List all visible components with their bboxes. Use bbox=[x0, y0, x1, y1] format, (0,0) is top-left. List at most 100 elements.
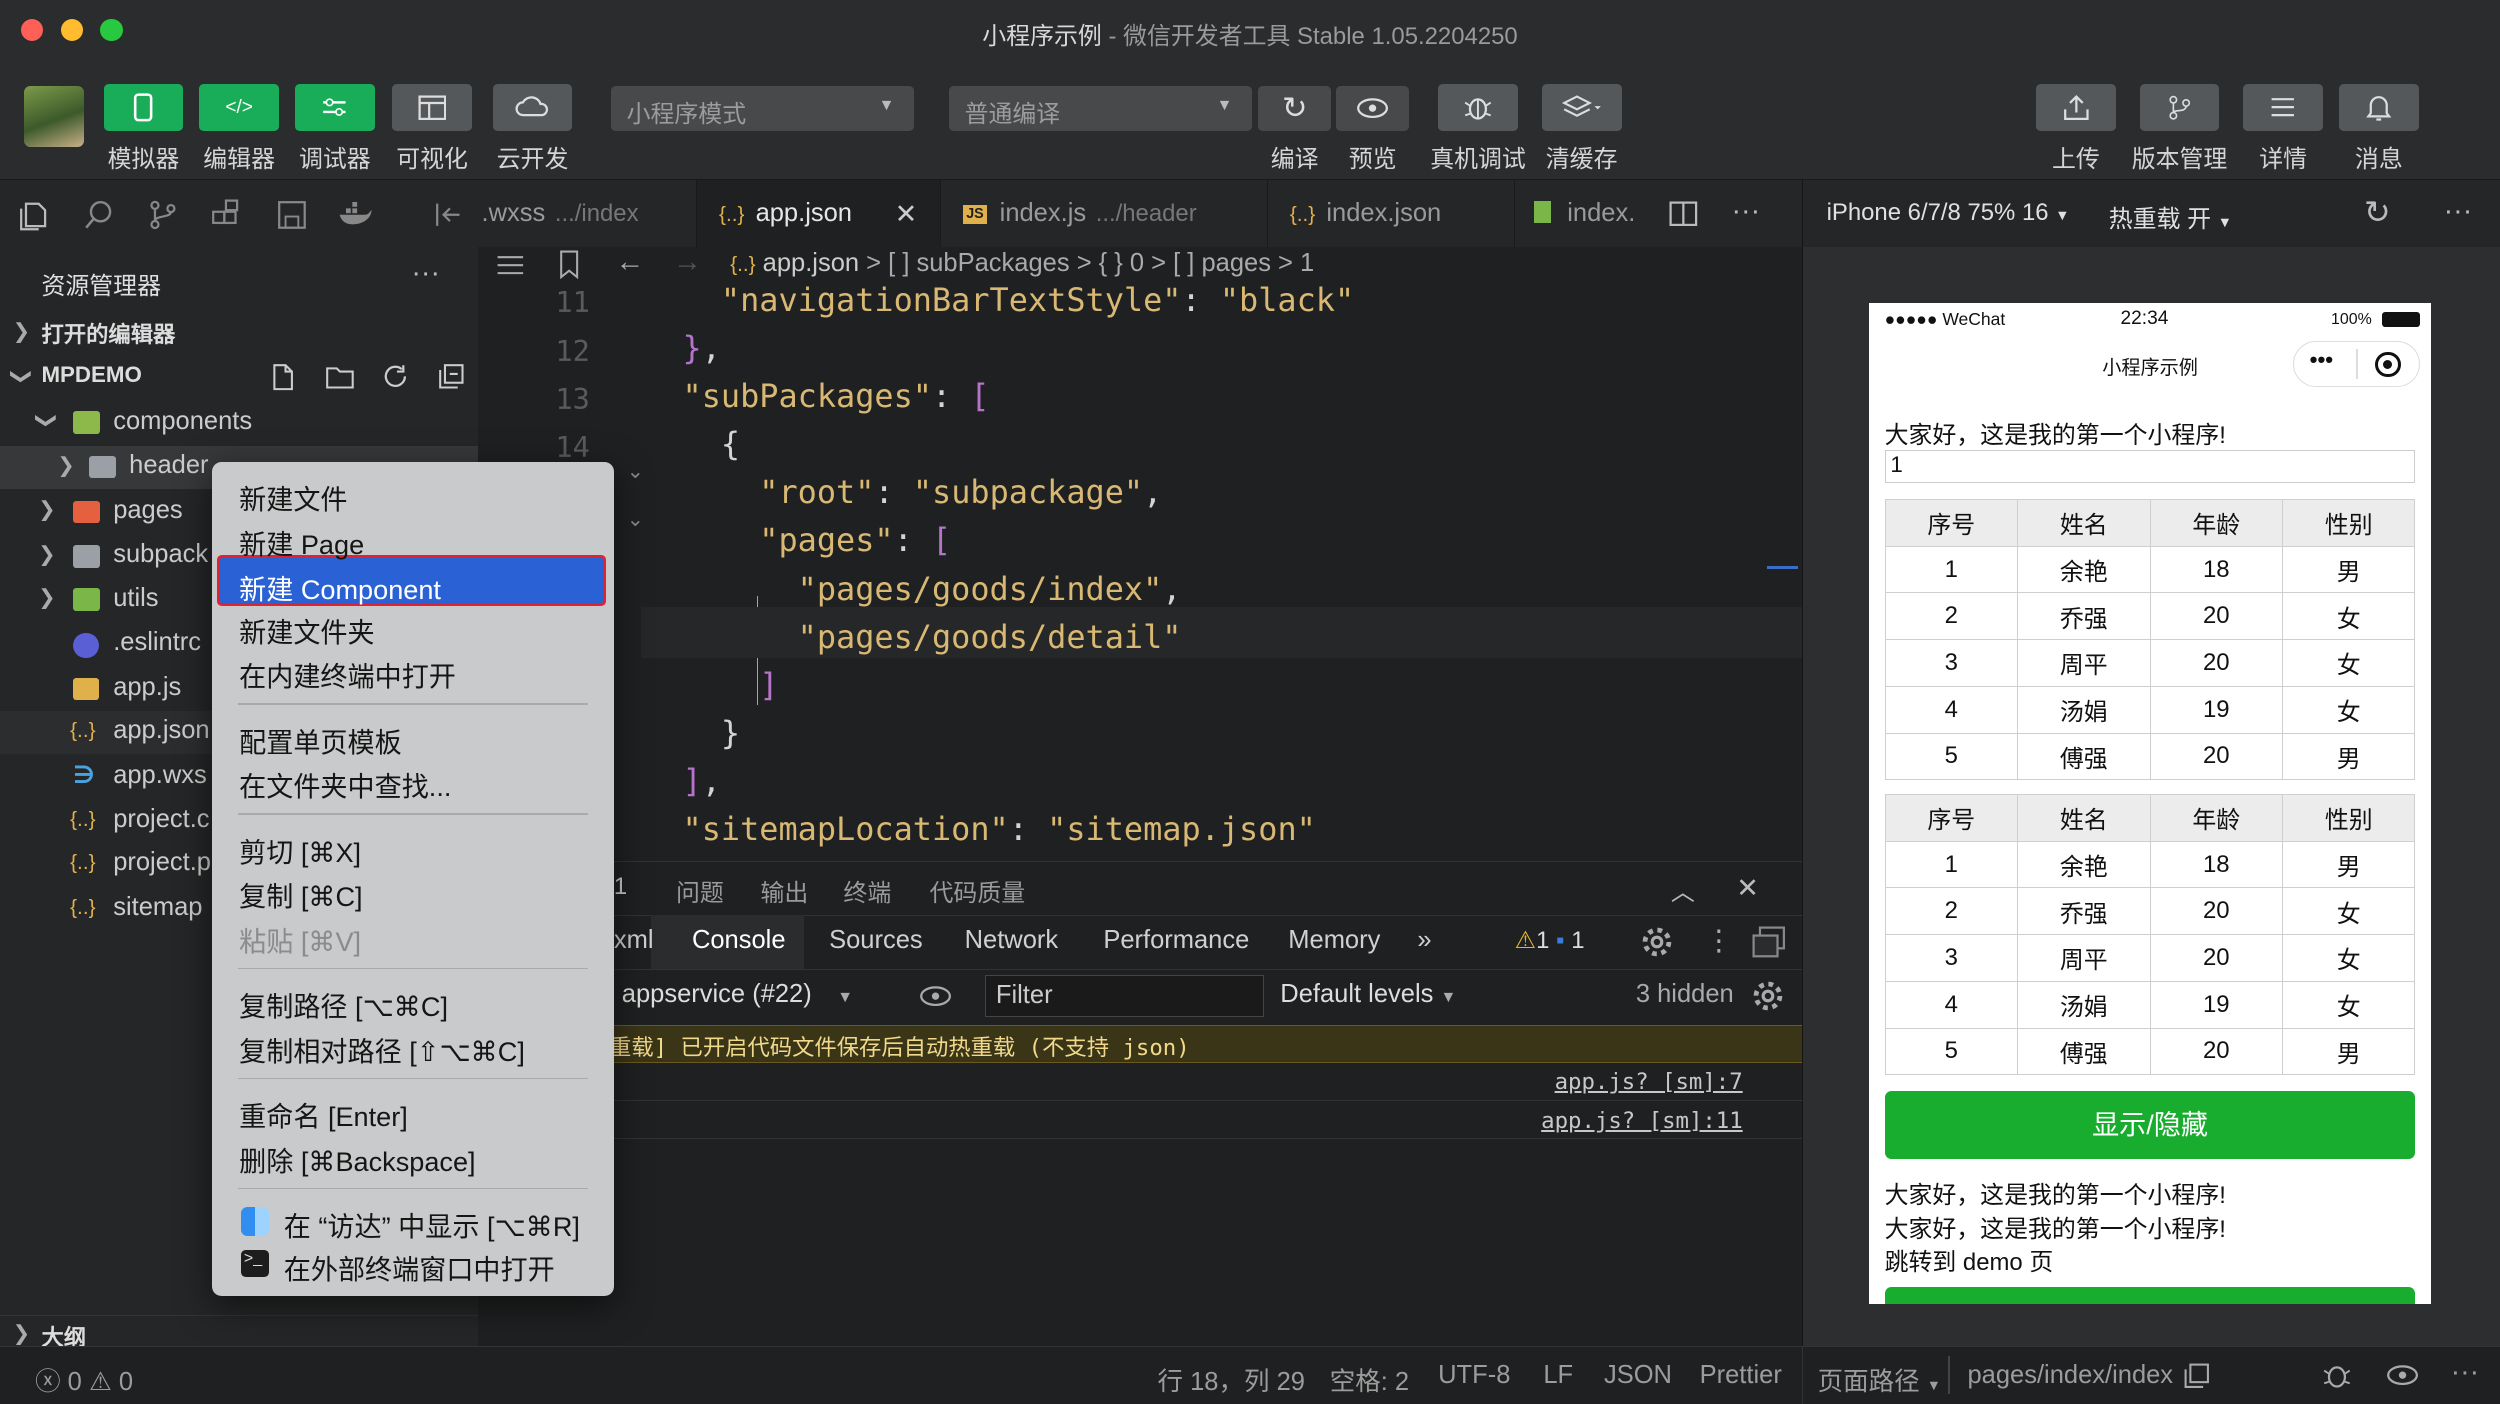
tab-index-json[interactable]: {..} index.json bbox=[1268, 180, 1515, 248]
source-link[interactable]: app.js? [sm]:11 bbox=[1541, 1108, 1743, 1134]
tree-item-components[interactable]: ❯ components bbox=[0, 402, 478, 445]
text-input[interactable]: 1 bbox=[1884, 449, 2416, 484]
context-select[interactable]: appservice (#22) ▼ bbox=[622, 980, 853, 1009]
filter-input[interactable]: Filter bbox=[985, 975, 1265, 1017]
project-section[interactable]: ❯ MPDEMO bbox=[0, 357, 478, 400]
devtools-tab-network[interactable]: Network bbox=[965, 926, 1059, 955]
panel-tab-problems[interactable]: 问题 bbox=[676, 873, 724, 908]
jump-link[interactable]: 跳转到 demo 页 bbox=[1885, 1242, 2054, 1277]
menu-item-find-in-folder[interactable]: 在文件夹中查找... bbox=[239, 765, 451, 804]
save-icon[interactable] bbox=[276, 199, 308, 231]
menu-item-delete[interactable]: 删除 [⌘Backspace] bbox=[239, 1140, 475, 1179]
devtools-tab-console[interactable]: Console bbox=[692, 926, 786, 955]
toggle-button[interactable]: 显示/隐藏 bbox=[1884, 1090, 2416, 1160]
back-arrow-icon[interactable]: ← bbox=[615, 247, 644, 278]
fold-chevron-icon[interactable]: ⌄ bbox=[627, 459, 644, 484]
editor-button[interactable]: </> bbox=[199, 84, 280, 131]
upload-button[interactable] bbox=[2036, 84, 2116, 131]
menu-item-new-file[interactable]: 新建文件 bbox=[239, 478, 347, 517]
clear-cache-button[interactable] bbox=[1541, 84, 1622, 131]
menu-item-reveal-in-finder[interactable]: 在 “访达” 中显示 [⌥⌘R] bbox=[284, 1205, 580, 1244]
debugger-button[interactable] bbox=[294, 84, 375, 131]
list-icon[interactable] bbox=[496, 254, 525, 276]
close-panel-icon[interactable]: ✕ bbox=[1736, 872, 1759, 904]
more-dots-icon[interactable]: ••• bbox=[2310, 347, 2333, 373]
eye-icon[interactable] bbox=[918, 985, 953, 1007]
collapse-all-icon[interactable] bbox=[437, 362, 466, 391]
breadcrumb-item[interactable]: [ ] subPackages bbox=[888, 249, 1069, 277]
issue-counts[interactable]: ⚠1 ▪ 1 bbox=[1515, 926, 1585, 955]
line-ending[interactable]: LF bbox=[1543, 1361, 1573, 1390]
split-editor-icon[interactable] bbox=[1669, 201, 1698, 227]
code-editor[interactable]: ← → {..} app.json > [ ] subPackages > { … bbox=[478, 247, 1802, 861]
source-link[interactable]: app.js? [sm]:7 bbox=[1555, 1069, 1743, 1095]
levels-select[interactable]: Default levels ▼ bbox=[1280, 980, 1456, 1009]
more-actions-icon[interactable]: ··· bbox=[2444, 195, 2473, 228]
menu-item-copy[interactable]: 复制 [⌘C] bbox=[239, 875, 362, 914]
files-icon[interactable] bbox=[18, 199, 50, 231]
menu-item-cut[interactable]: 剪切 [⌘X] bbox=[239, 831, 361, 870]
panel-tab-terminal[interactable]: 终端 bbox=[843, 873, 891, 908]
breadcrumb-item[interactable]: [ ] pages bbox=[1173, 249, 1271, 277]
eye-icon[interactable] bbox=[2385, 1364, 2420, 1386]
compile-button[interactable]: ↻ bbox=[1257, 86, 1332, 131]
rotate-icon[interactable]: ↻ bbox=[2364, 193, 2391, 231]
devtools-tab-wxml[interactable]: xml bbox=[614, 926, 654, 955]
panel-tab-code-quality[interactable]: 代码质量 bbox=[930, 873, 1026, 908]
encoding[interactable]: UTF-8 bbox=[1438, 1361, 1510, 1390]
extensions-icon[interactable] bbox=[210, 199, 242, 231]
tab-index-js[interactable]: JS index.js .../header bbox=[941, 180, 1268, 248]
docker-icon[interactable] bbox=[338, 202, 373, 228]
devtools-tab-memory[interactable]: Memory bbox=[1288, 926, 1380, 955]
device-debug-button[interactable] bbox=[1438, 84, 1518, 131]
panel-tab-output[interactable]: 输出 bbox=[761, 873, 809, 908]
panel-tab-debug[interactable]: 1 bbox=[614, 873, 627, 901]
collapse-sidebar-icon[interactable] bbox=[434, 202, 463, 228]
devtools-tab-sources[interactable]: Sources bbox=[829, 926, 923, 955]
tab-index-wxss[interactable]: .wxss .../index bbox=[478, 180, 697, 248]
refresh-icon[interactable] bbox=[381, 362, 410, 391]
more-actions-icon[interactable]: ··· bbox=[411, 257, 440, 290]
forward-arrow-icon[interactable]: → bbox=[673, 247, 702, 278]
page-path-select[interactable]: 页面路径 ▼ bbox=[1818, 1361, 1941, 1398]
formatter[interactable]: Prettier bbox=[1700, 1361, 1782, 1390]
settings-gear-icon[interactable] bbox=[1641, 926, 1673, 958]
undock-icon[interactable] bbox=[1752, 926, 1787, 958]
breadcrumb-item[interactable]: { } 0 bbox=[1099, 249, 1144, 277]
visual-button[interactable] bbox=[392, 84, 472, 131]
settings-gear-icon[interactable] bbox=[1752, 980, 1784, 1012]
device-select[interactable]: iPhone 6/7/8 75% 16 ▼ bbox=[1827, 199, 2070, 227]
language-mode[interactable]: JSON bbox=[1604, 1361, 1672, 1390]
indentation[interactable]: 空格: 2 bbox=[1330, 1361, 1409, 1398]
bug-icon[interactable] bbox=[2321, 1361, 2353, 1390]
bookmark-icon[interactable] bbox=[558, 250, 580, 279]
tab-app-json[interactable]: {..} app.json ✕ bbox=[696, 180, 941, 248]
close-tab-icon[interactable]: ✕ bbox=[895, 198, 918, 230]
menu-item-page-template[interactable]: 配置单页模板 bbox=[239, 721, 402, 760]
new-folder-icon[interactable] bbox=[324, 362, 356, 391]
menu-item-rename[interactable]: 重命名 [Enter] bbox=[239, 1095, 408, 1134]
problems-indicator[interactable]: ⓧ 0 ⚠ 0 bbox=[35, 1361, 133, 1398]
menu-item-copy-path[interactable]: 复制路径 [⌥⌘C] bbox=[239, 985, 448, 1024]
hot-reload-select[interactable]: 热重载 开 ▼ bbox=[2109, 199, 2232, 234]
kebab-menu-icon[interactable]: ⋮ bbox=[1704, 923, 1733, 958]
mode-select[interactable]: 小程序模式 ▼ bbox=[610, 86, 914, 131]
menu-item-open-in-terminal[interactable]: 在内建终端中打开 bbox=[239, 655, 456, 694]
details-button[interactable] bbox=[2243, 84, 2324, 131]
cloud-button[interactable] bbox=[492, 84, 573, 131]
menu-item-new-page[interactable]: 新建 Page bbox=[239, 523, 364, 562]
simulator-button[interactable] bbox=[103, 84, 184, 131]
menu-item-new-folder[interactable]: 新建文件夹 bbox=[239, 611, 374, 650]
new-file-icon[interactable] bbox=[268, 362, 297, 391]
menu-item-open-external-terminal[interactable]: 在外部终端窗口中打开 bbox=[284, 1248, 555, 1287]
avatar[interactable] bbox=[23, 86, 85, 147]
compile-select[interactable]: 普通编译 ▼ bbox=[948, 86, 1252, 131]
menu-item-copy-relative-path[interactable]: 复制相对路径 [⇧⌥⌘C] bbox=[239, 1030, 525, 1069]
green-button-partial[interactable] bbox=[1884, 1286, 2416, 1305]
open-editors-section[interactable]: ❯ 打开的编辑器 bbox=[0, 312, 478, 355]
source-control-icon[interactable] bbox=[147, 199, 179, 231]
chevron-up-icon[interactable]: ︿ bbox=[1671, 872, 1695, 907]
devtools-tab-performance[interactable]: Performance bbox=[1103, 926, 1249, 955]
breadcrumb-item[interactable]: 1 bbox=[1300, 249, 1314, 277]
more-tabs-icon[interactable]: » bbox=[1417, 926, 1431, 955]
